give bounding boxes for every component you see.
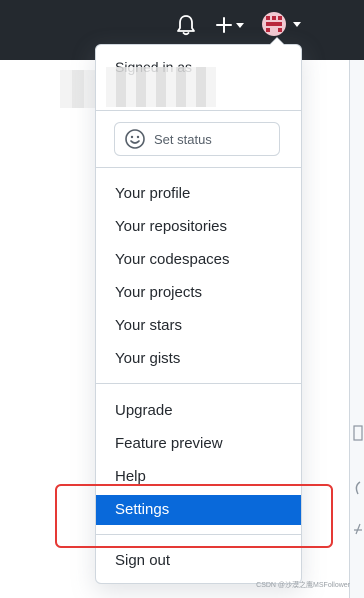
set-status-button[interactable]: Set status [114, 122, 280, 156]
plus-icon [216, 17, 232, 33]
watermark: CSDN @沙漠之鹰MSFollower [256, 582, 350, 589]
menu-item-upgrade[interactable]: Upgrade [96, 397, 301, 425]
menu-item-your-codespaces[interactable]: Your codespaces [96, 246, 301, 274]
menu-item-sign-out[interactable]: Sign out [96, 547, 301, 575]
create-new-button[interactable] [214, 14, 246, 36]
user-menu-button[interactable] [262, 12, 302, 38]
menu-item-your-projects[interactable]: Your projects [96, 279, 301, 307]
chevron-down-icon [236, 23, 244, 28]
bell-icon[interactable] [176, 14, 196, 36]
menu-divider [96, 167, 301, 168]
chevron-down-icon [293, 22, 301, 27]
menu-item-help[interactable]: Help [96, 463, 301, 491]
set-status-label: Set status [154, 131, 212, 147]
menu-item-your-repositories[interactable]: Your repositories [96, 213, 301, 241]
menu-item-your-stars[interactable]: Your stars [96, 312, 301, 340]
menu-item-your-gists[interactable]: Your gists [96, 345, 301, 373]
menu-item-your-profile[interactable]: Your profile [96, 180, 301, 208]
user-dropdown-menu: Signed in as Set status Your profile You… [95, 37, 302, 584]
user-avatar [266, 16, 282, 32]
background-side-icons [353, 425, 363, 535]
menu-divider [96, 383, 301, 384]
redacted-username [106, 67, 216, 107]
menu-item-feature-preview[interactable]: Feature preview [96, 430, 301, 458]
smiley-icon [125, 129, 145, 149]
menu-divider [96, 534, 301, 535]
menu-item-settings[interactable]: Settings [96, 495, 301, 525]
menu-divider [96, 110, 301, 111]
avatar [262, 12, 286, 36]
